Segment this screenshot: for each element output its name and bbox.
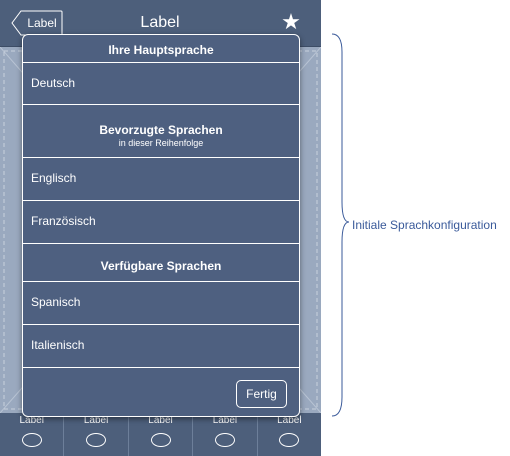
tab-placeholder-icon	[214, 433, 235, 447]
preferred-languages-subheader: in dieser Reihenfolge	[118, 138, 204, 148]
available-language-row[interactable]: Spanisch	[23, 281, 299, 323]
primary-language-row[interactable]: Deutsch	[23, 62, 299, 104]
divider	[23, 367, 299, 368]
done-button[interactable]: Fertig	[236, 380, 287, 408]
tab-bar: Label Label Label Label Label	[0, 413, 321, 456]
tab-placeholder-icon	[150, 433, 171, 447]
tab-item[interactable]: Label	[0, 413, 65, 456]
star-icon[interactable]: ★	[279, 10, 303, 34]
language-label: Englisch	[31, 171, 77, 185]
tab-item[interactable]: Label	[193, 413, 258, 456]
divider	[23, 243, 299, 244]
language-label: Deutsch	[31, 76, 76, 90]
tab-item[interactable]: Label	[258, 413, 321, 456]
preferred-language-row[interactable]: Französisch	[23, 200, 299, 242]
language-label: Spanisch	[31, 295, 81, 309]
primary-language-header: Ihre Hauptsprache	[108, 43, 214, 57]
language-label: Französisch	[31, 214, 96, 228]
divider	[23, 104, 299, 105]
tab-item[interactable]: Label	[129, 413, 194, 456]
back-button[interactable]: Label	[11, 10, 63, 36]
back-button-label: Label	[27, 16, 57, 30]
preferred-language-row[interactable]: Englisch	[23, 157, 299, 199]
language-label: Italienisch	[31, 338, 85, 352]
available-languages-header: Verfügbare Sprachen	[100, 259, 222, 273]
preferred-languages-header: Bevorzugte Sprachen	[99, 123, 223, 137]
curly-brace	[331, 33, 350, 417]
available-language-row[interactable]: Italienisch	[23, 324, 299, 366]
tab-item[interactable]: Label	[64, 413, 129, 456]
tab-placeholder-icon	[86, 433, 107, 447]
tab-placeholder-icon	[279, 433, 300, 447]
annotation-label: Initiale Sprachkonfiguration	[352, 218, 497, 232]
language-popover: Ihre Hauptsprache Deutsch Bevorzugte Spr…	[22, 34, 300, 417]
tab-placeholder-icon	[21, 433, 42, 447]
